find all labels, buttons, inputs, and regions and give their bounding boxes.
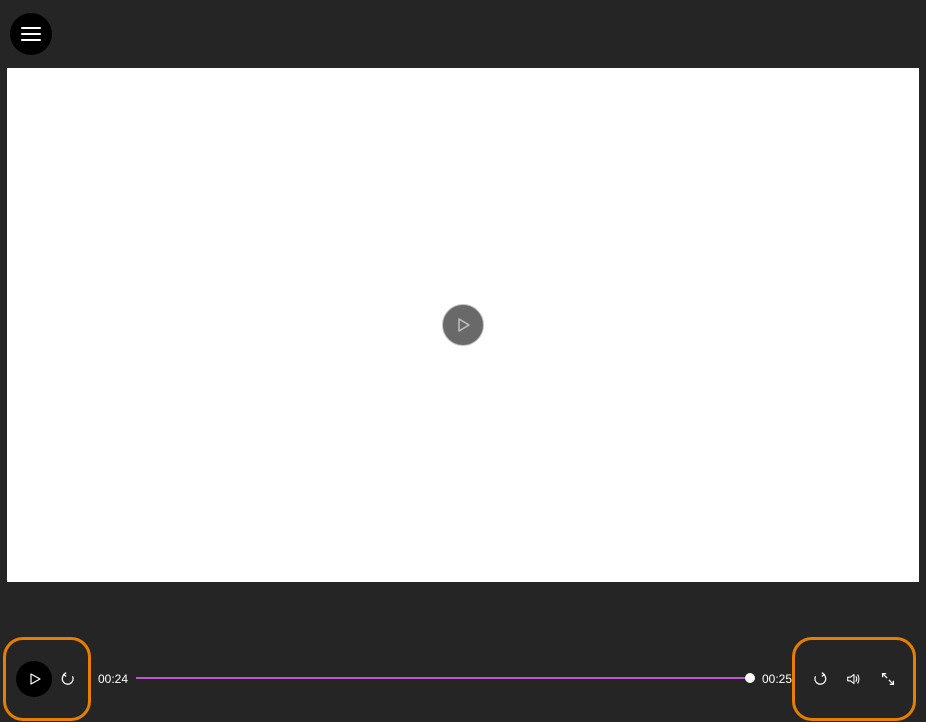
fullscreen-button[interactable] (878, 669, 898, 689)
progress-bar[interactable] (136, 677, 751, 681)
hamburger-line (21, 33, 41, 35)
menu-button[interactable] (10, 13, 52, 55)
progress-thumb[interactable] (745, 673, 755, 683)
rewind-button[interactable] (58, 669, 78, 689)
progress-track (136, 677, 751, 679)
volume-button[interactable] (844, 669, 864, 689)
forward-icon (811, 670, 829, 688)
current-time: 00:24 (98, 672, 128, 686)
header (0, 0, 926, 68)
play-icon (28, 672, 42, 686)
total-time: 00:25 (762, 672, 792, 686)
controls-bar: 00:24 00:25 (0, 637, 926, 722)
center-play-button[interactable] (442, 304, 484, 346)
hamburger-line (21, 39, 41, 41)
volume-icon (845, 670, 863, 688)
video-area (7, 68, 919, 582)
rewind-icon (59, 670, 77, 688)
play-icon (456, 317, 472, 333)
left-controls-group (3, 637, 91, 721)
fullscreen-icon (879, 670, 897, 688)
forward-button[interactable] (810, 669, 830, 689)
hamburger-line (21, 27, 41, 29)
right-controls-group (792, 637, 916, 721)
play-button[interactable] (16, 661, 52, 697)
